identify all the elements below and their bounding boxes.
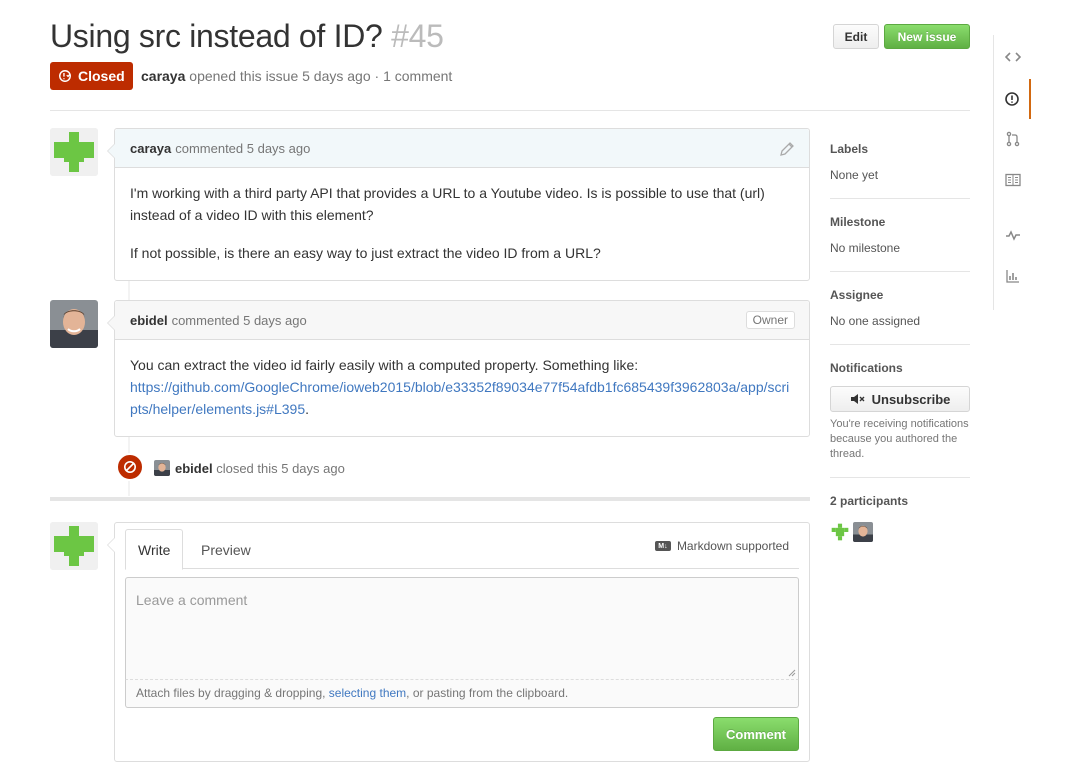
mute-icon	[850, 394, 865, 404]
assignee-title: Assignee	[830, 288, 884, 302]
graphs-icon[interactable]	[994, 256, 1031, 296]
notifications-title: Notifications	[830, 361, 903, 375]
new-issue-button[interactable]: New issue	[884, 24, 970, 49]
user-photo-avatar	[50, 300, 98, 348]
user-photo-avatar	[853, 522, 873, 542]
comment: caraya commented 5 days ago I'm working …	[107, 128, 810, 281]
sidebar-participants: 2 participants	[830, 494, 970, 508]
sidebar-notifications: Notifications	[830, 361, 970, 375]
avatar[interactable]	[50, 300, 98, 348]
attach-files-bar[interactable]: Attach files by dragging & dropping, sel…	[125, 680, 799, 708]
repo-nav	[993, 35, 1031, 310]
attach-prefix: Attach files by dragging & dropping,	[136, 686, 329, 700]
sidebar-milestone[interactable]: Milestone No milestone	[830, 215, 970, 255]
comment-link[interactable]: https://github.com/GoogleChrome/ioweb201…	[130, 379, 789, 417]
comment-button[interactable]: Comment	[713, 717, 799, 751]
labels-title: Labels	[830, 142, 869, 156]
closed-event-text: ebidel closed this 5 days ago	[175, 461, 345, 476]
comment-timestamp[interactable]: commented 5 days ago	[172, 313, 307, 328]
issue-closed-icon	[59, 70, 71, 82]
issue-number: #45	[391, 18, 444, 54]
labels-value: None yet	[830, 168, 879, 182]
markdown-label: Markdown supported	[676, 539, 789, 553]
issue-author-link[interactable]: caraya	[141, 68, 185, 84]
sidebar-labels[interactable]: Labels None yet	[830, 142, 970, 182]
pencil-icon[interactable]	[779, 141, 795, 157]
sidebar-assignee[interactable]: Assignee No one assigned	[830, 288, 970, 328]
comment-placeholder: Leave a comment	[136, 592, 248, 608]
issue-title: Using src instead of ID? #45	[50, 18, 444, 55]
avatar[interactable]	[50, 128, 98, 176]
timeline-divider	[50, 497, 810, 501]
wiki-icon[interactable]	[994, 160, 1031, 200]
new-comment-form: Write Preview M↓ Markdown supported Leav…	[107, 522, 810, 762]
issue-meta-text: opened this issue 5 days ago · 1 comment	[189, 68, 453, 84]
status-badge: Closed	[50, 62, 133, 90]
timeline-line	[128, 280, 130, 300]
assignee-value: No one assigned	[830, 314, 921, 328]
unsubscribe-button[interactable]: Unsubscribe	[830, 386, 970, 412]
avatar[interactable]	[50, 522, 98, 570]
identicon-image	[830, 522, 850, 542]
comment-header: ebidel commented 5 days ago Owner	[115, 301, 809, 340]
notifications-note: You're receiving notifications because y…	[830, 418, 969, 460]
comment-author[interactable]: caraya	[130, 141, 171, 156]
participant-avatar[interactable]	[830, 522, 850, 542]
edit-button[interactable]: Edit	[833, 24, 879, 49]
tab-preview[interactable]: Preview	[189, 529, 263, 570]
closed-event-icon	[116, 453, 144, 481]
user-photo-avatar	[154, 460, 170, 476]
issues-icon[interactable]	[994, 79, 1031, 119]
event-description: closed this 5 days ago	[216, 461, 345, 476]
comment-text: You can extract the video id fairly easi…	[130, 357, 639, 373]
status-badge-label: Closed	[78, 68, 125, 84]
sidebar-divider	[830, 477, 970, 478]
markdown-supported-link[interactable]: M↓ Markdown supported	[654, 539, 789, 553]
unsubscribe-label: Unsubscribe	[871, 391, 951, 407]
comment-link-suffix: .	[305, 401, 309, 417]
event-actor[interactable]: ebidel	[175, 461, 213, 476]
pulse-icon[interactable]	[994, 215, 1031, 255]
comment-body: You can extract the video id fairly easi…	[115, 340, 809, 434]
comment-timestamp[interactable]: commented 5 days ago	[175, 141, 310, 156]
participant-avatar[interactable]	[853, 522, 873, 542]
milestone-value: No milestone	[830, 241, 901, 255]
issue-title-text: Using src instead of ID?	[50, 18, 383, 54]
sidebar-divider	[830, 198, 970, 199]
participants-title: 2 participants	[830, 494, 909, 508]
header-divider	[50, 110, 970, 111]
comment: ebidel commented 5 days ago Owner You ca…	[107, 300, 810, 437]
attach-suffix: , or pasting from the clipboard.	[406, 686, 569, 700]
milestone-title: Milestone	[830, 215, 886, 229]
code-icon[interactable]	[994, 37, 1031, 77]
comment-paragraph: If not possible, is there an easy way to…	[130, 245, 601, 261]
sidebar-divider	[830, 344, 970, 345]
owner-badge: Owner	[745, 311, 795, 329]
comment-header: caraya commented 5 days ago	[115, 129, 809, 168]
comment-author[interactable]: ebidel	[130, 313, 168, 328]
comment-body: I'm working with a third party API that …	[115, 168, 809, 278]
tab-write[interactable]: Write	[125, 529, 184, 570]
resize-handle-icon[interactable]	[788, 669, 796, 677]
identicon-image	[50, 128, 98, 176]
event-avatar[interactable]	[154, 460, 170, 476]
markdown-icon: M↓	[654, 541, 671, 551]
circle-slash-icon	[124, 461, 136, 473]
comment-paragraph: I'm working with a third party API that …	[130, 185, 765, 223]
comment-tabs: Write Preview M↓ Markdown supported	[125, 529, 799, 570]
identicon-image	[50, 522, 98, 570]
comment-textarea[interactable]: Leave a comment	[125, 577, 799, 680]
pull-requests-icon[interactable]	[994, 119, 1031, 159]
issue-meta: caraya opened this issue 5 days ago · 1 …	[141, 68, 452, 84]
sidebar-divider	[830, 271, 970, 272]
select-files-link[interactable]: selecting them	[329, 686, 406, 700]
